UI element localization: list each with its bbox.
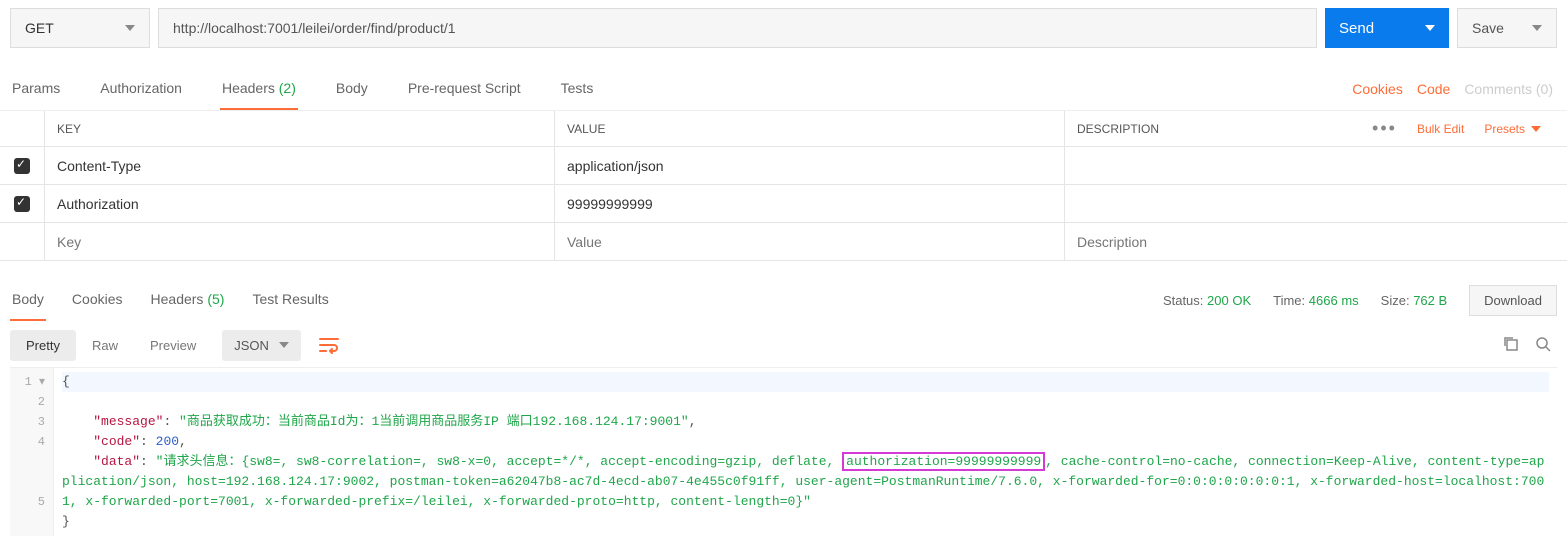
size-label: Size: bbox=[1381, 293, 1410, 308]
chevron-down-icon bbox=[1425, 25, 1435, 31]
resp-tab-test-results[interactable]: Test Results bbox=[250, 279, 330, 321]
status-info: Status: 200 OK Time: 4666 ms Size: 762 B… bbox=[1163, 285, 1557, 316]
header-key-input[interactable] bbox=[57, 158, 542, 174]
resp-tab-body[interactable]: Body bbox=[10, 279, 46, 321]
headers-table: KEY VALUE DESCRIPTION ••• Bulk Edit Pres… bbox=[0, 111, 1567, 261]
table-row bbox=[0, 147, 1567, 185]
header-desc-input[interactable] bbox=[1077, 196, 1555, 212]
col-desc-header: DESCRIPTION bbox=[1077, 122, 1159, 136]
method-value: GET bbox=[25, 20, 54, 36]
request-tabs-row: Params Authorization Headers (2) Body Pr… bbox=[0, 68, 1567, 111]
download-button[interactable]: Download bbox=[1469, 285, 1557, 316]
headers-table-head: KEY VALUE DESCRIPTION ••• Bulk Edit Pres… bbox=[0, 111, 1567, 147]
chevron-down-icon bbox=[1531, 126, 1541, 132]
resp-tab-headers[interactable]: Headers (5) bbox=[149, 279, 227, 321]
request-right-links: Cookies Code Comments (0) bbox=[1352, 81, 1557, 97]
header-value-input[interactable] bbox=[567, 234, 1052, 250]
highlighted-authorization: authorization=99999999999 bbox=[842, 452, 1045, 471]
presets-link[interactable]: Presets bbox=[1484, 122, 1541, 136]
header-value-input[interactable] bbox=[567, 196, 1052, 212]
checkbox[interactable] bbox=[14, 196, 30, 212]
copy-icon[interactable] bbox=[1503, 336, 1519, 355]
save-label: Save bbox=[1472, 20, 1504, 36]
request-bar: GET Send Save bbox=[0, 0, 1567, 60]
view-preview[interactable]: Preview bbox=[134, 330, 212, 361]
view-pretty[interactable]: Pretty bbox=[10, 330, 76, 361]
send-label: Send bbox=[1339, 20, 1374, 37]
header-value-input[interactable] bbox=[567, 158, 1052, 174]
body-toolbar: Pretty Raw Preview JSON bbox=[0, 321, 1567, 367]
search-icon[interactable] bbox=[1535, 336, 1551, 355]
table-row bbox=[0, 185, 1567, 223]
send-button[interactable]: Send bbox=[1325, 8, 1449, 48]
response-meta: Body Cookies Headers (5) Test Results St… bbox=[0, 273, 1567, 321]
line-gutter: 1 ▾234 5 bbox=[10, 368, 54, 536]
request-tabs: Params Authorization Headers (2) Body Pr… bbox=[10, 68, 595, 110]
chevron-down-icon bbox=[1532, 25, 1542, 31]
tab-authorization[interactable]: Authorization bbox=[98, 68, 184, 110]
chevron-down-icon bbox=[279, 342, 289, 348]
time-label: Time: bbox=[1273, 293, 1305, 308]
chevron-down-icon bbox=[125, 25, 135, 31]
col-value-header: VALUE bbox=[554, 111, 1064, 146]
tab-headers-label: Headers bbox=[222, 80, 275, 96]
checkbox[interactable] bbox=[14, 158, 30, 174]
table-row-new bbox=[0, 223, 1567, 261]
tab-prerequest[interactable]: Pre-request Script bbox=[406, 68, 523, 110]
save-button[interactable]: Save bbox=[1457, 8, 1557, 48]
tab-body[interactable]: Body bbox=[334, 68, 370, 110]
header-desc-input[interactable] bbox=[1077, 234, 1555, 250]
resp-tab-cookies[interactable]: Cookies bbox=[70, 279, 125, 321]
tab-headers[interactable]: Headers (2) bbox=[220, 68, 298, 110]
time-value: 4666 ms bbox=[1309, 293, 1359, 308]
resp-headers-count: (5) bbox=[207, 291, 224, 307]
bulk-edit-link[interactable]: Bulk Edit bbox=[1417, 122, 1464, 136]
size-value: 762 B bbox=[1413, 293, 1447, 308]
format-value: JSON bbox=[234, 338, 269, 353]
cookies-link[interactable]: Cookies bbox=[1352, 81, 1403, 97]
json-code[interactable]: { "message": "商品获取成功：当前商品Id为：1当前调用商品服务IP… bbox=[54, 368, 1557, 536]
more-icon[interactable]: ••• bbox=[1372, 118, 1397, 139]
code-link[interactable]: Code bbox=[1417, 81, 1450, 97]
header-desc-input[interactable] bbox=[1077, 158, 1555, 174]
tab-tests[interactable]: Tests bbox=[559, 68, 596, 110]
response-tabs: Body Cookies Headers (5) Test Results bbox=[10, 279, 331, 321]
view-raw[interactable]: Raw bbox=[76, 330, 134, 361]
header-key-input[interactable] bbox=[57, 196, 542, 212]
url-input[interactable] bbox=[158, 8, 1317, 48]
col-key-header: KEY bbox=[44, 111, 554, 146]
header-key-input[interactable] bbox=[57, 234, 542, 250]
status-value: 200 OK bbox=[1207, 293, 1251, 308]
response-body: 1 ▾234 5 { "message": "商品获取成功：当前商品Id为：1当… bbox=[10, 367, 1557, 536]
comments-link[interactable]: Comments (0) bbox=[1464, 81, 1553, 97]
tab-headers-count: (2) bbox=[279, 80, 296, 96]
format-select[interactable]: JSON bbox=[222, 330, 301, 361]
status-label: Status: bbox=[1163, 293, 1203, 308]
wrap-lines-icon[interactable] bbox=[313, 329, 345, 361]
tab-params[interactable]: Params bbox=[10, 68, 62, 110]
method-select[interactable]: GET bbox=[10, 8, 150, 48]
